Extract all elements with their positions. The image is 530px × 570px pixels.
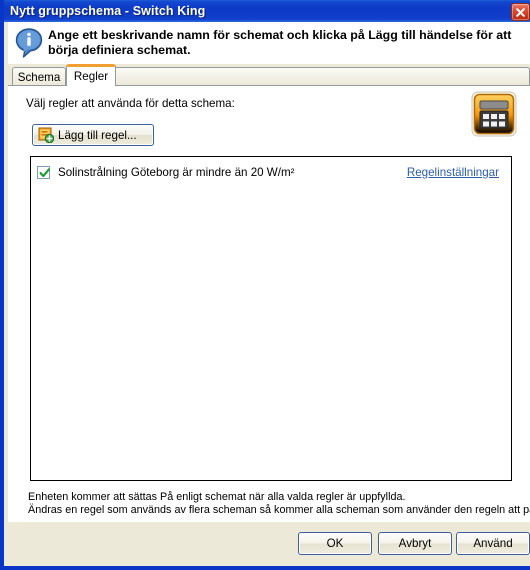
rule-description: Solinstrålning Göteborg är mindre än 20 … (58, 165, 295, 179)
footnote-line-1: Enheten kommer att sättas På enligt sche… (28, 491, 406, 503)
calendar-icon (471, 91, 517, 137)
info-header: Ange ett beskrivande namn för schemat oc… (8, 22, 530, 64)
dialog-button-bar: OK Avbryt Använd (8, 522, 530, 566)
rule-checkbox[interactable] (37, 165, 51, 179)
dialog-window: Nytt gruppschema - Switch King Ange ett … (0, 0, 530, 570)
select-rules-label: Välj regler att använda för detta schema… (26, 97, 235, 110)
footnote-line-2: Ändras en regel som används av flera sch… (28, 503, 530, 516)
rules-list-panel: Solinstrålning Göteborg är mindre än 20 … (30, 156, 512, 481)
close-icon (516, 7, 525, 17)
tab-page-regler: Välj regler att använda för detta schema… (8, 85, 530, 522)
rule-settings-link[interactable]: Regelinställningar (407, 166, 499, 179)
add-rule-button-label: Lägg till regel... (58, 128, 137, 142)
tab-strip: Schema Regler (8, 64, 530, 86)
title-bar: Nytt gruppschema - Switch King (4, 0, 530, 22)
tab-strip-filler (116, 67, 530, 86)
info-message: Ange ett beskrivande namn för schemat oc… (48, 28, 512, 57)
tab-schema[interactable]: Schema (12, 67, 66, 86)
tab-regler[interactable]: Regler (66, 64, 116, 86)
cancel-button[interactable]: Avbryt (378, 532, 452, 555)
add-rule-icon (38, 127, 54, 143)
add-rule-button[interactable]: Lägg till regel... (32, 124, 154, 146)
footnotes: Enheten kommer att sättas På enligt sche… (28, 491, 530, 516)
close-button[interactable] (511, 3, 530, 21)
tab-schema-label: Schema (17, 70, 61, 84)
rule-row[interactable]: Solinstrålning Göteborg är mindre än 20 … (31, 161, 511, 183)
tab-regler-label: Regler (73, 70, 109, 83)
ok-button[interactable]: OK (298, 532, 372, 555)
info-icon (15, 28, 43, 58)
window-title: Nytt gruppschema - Switch King (10, 4, 206, 18)
check-icon (39, 167, 51, 177)
apply-button[interactable]: Använd (456, 532, 530, 555)
